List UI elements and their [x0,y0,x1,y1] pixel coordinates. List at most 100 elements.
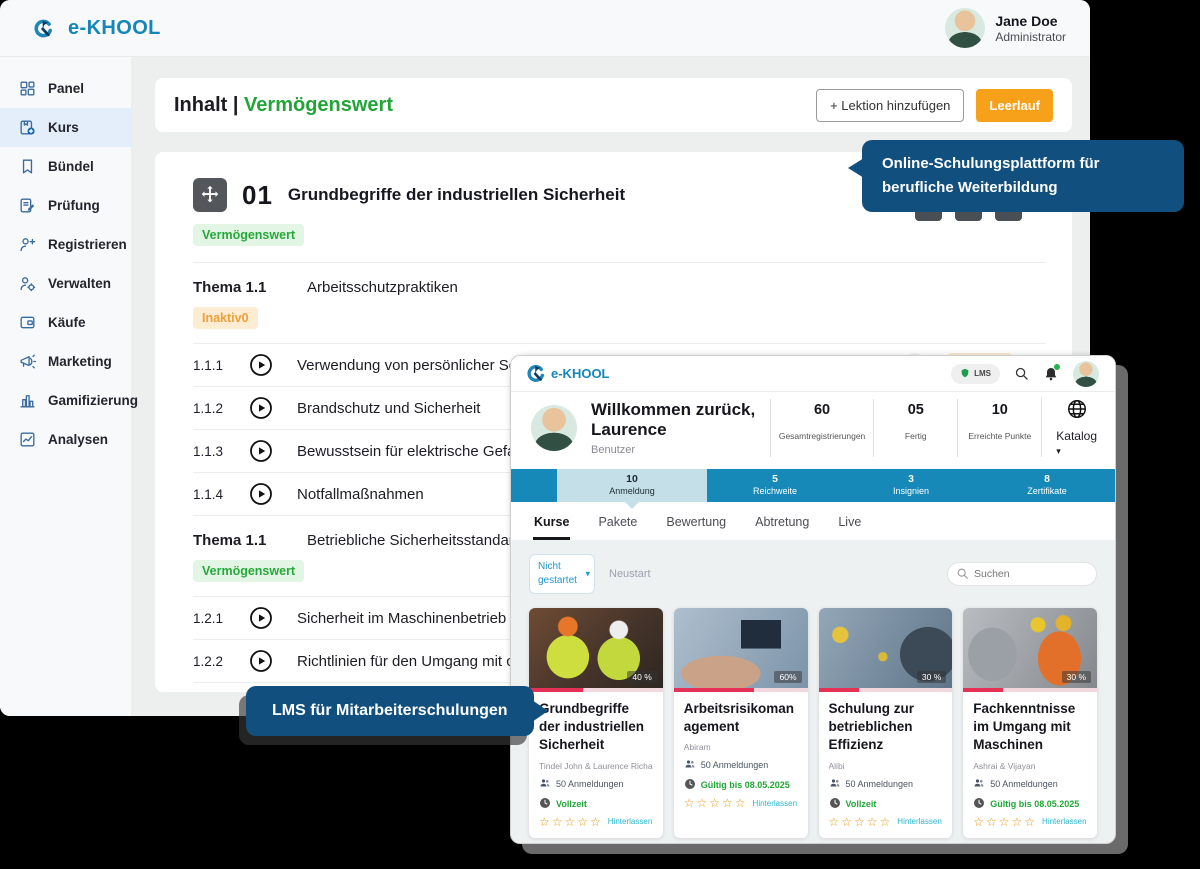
stat-value: 05 [907,401,924,418]
chevron-down-icon: ▾ [585,568,590,579]
review-link[interactable]: Hinterlassen Sie Bewertung [608,817,653,826]
tab-abtretung[interactable]: Abtretung [754,515,810,540]
review-link[interactable]: Hinterlassen Sie Bewertung [1042,817,1087,826]
course-image: 60% [673,608,808,692]
lesson-number: 1.1.2 [193,400,224,416]
validity-text: Vollzeit [845,798,877,809]
learner-avatar-small[interactable] [1073,360,1099,387]
lesson-title: Sicherheit im Maschinenbetrieb [297,609,507,627]
app-header: e-KHOOL Jane Doe Administrator [0,0,1090,57]
topic-title: Arbeitsschutzpraktiken [307,279,458,296]
sidebar-item-kaeufe[interactable]: Käufe [0,303,131,342]
progress-tab-reichweite[interactable]: 5 Reichweite [707,469,843,502]
course-badge: Vermögenswert [193,224,305,246]
welcome-subtitle: Benutzer [591,443,636,456]
ekhool-logo-icon [26,11,60,45]
catalog-dropdown[interactable]: Katalog ▾ [1041,398,1099,457]
course-card[interactable]: 30 % Fachkenntnisse im Umgang mit Maschi… [963,608,1097,838]
notification-bell-icon[interactable] [1043,363,1060,382]
course-card-author: Alibi [828,760,845,771]
clock-icon [684,778,696,792]
sidebar: Panel Kurs Bündel Prüfung Registrieren V… [0,57,138,716]
content-header-bar: Inhalt | Vermögenswert + Lektion hinzufü… [155,78,1072,132]
play-icon[interactable] [249,606,273,630]
tab-pakete[interactable]: Pakete [597,515,638,540]
rating-stars[interactable]: ☆☆☆☆☆ [539,815,603,829]
course-card[interactable]: 40 % Grundbegriffe der industriellen Sic… [529,608,663,838]
review-link[interactable]: Hinterlassen Sie Bewertung [753,799,798,808]
learner-brand-logo[interactable]: e-KHOOL [527,365,610,383]
lesson-title: Notfallmaßnahmen [297,485,424,503]
course-card[interactable]: 30 % Schulung zur betrieblichen Effizien… [818,608,953,838]
topic-badge: Inaktiv0 [193,307,258,329]
sidebar-item-marketing[interactable]: Marketing [0,342,131,381]
chevron-down-icon: ▾ [1056,446,1061,456]
lesson-number: 1.1.4 [193,486,224,502]
lesson-title: Bewusstsein für elektrische Gefahre [297,442,538,460]
learner-window: e-KHOOL LMS Willkommen zurück, Laurence … [510,355,1116,844]
course-card-author: Ashrai & Vijayan [973,760,1036,771]
play-icon[interactable] [249,482,273,506]
lesson-number: 1.2.1 [193,610,224,626]
progress-tab-bar: 10 Anmeldung 5 Reichweite 3 Insignien 8 … [511,469,1115,509]
status-filter-dropdown[interactable]: Nicht gestartet ▾ [529,554,595,594]
course-title: Grundbegriffe der industriellen Sicherhe… [287,185,626,204]
drag-move-icon[interactable] [193,178,227,212]
rating-stars[interactable]: ☆☆☆☆☆ [684,796,748,810]
lesson-number: 1.1.3 [193,443,224,459]
play-icon[interactable] [249,439,273,463]
search-icon[interactable] [1014,366,1029,381]
progress-bar [673,688,808,692]
sidebar-item-analysen[interactable]: Analysen [0,420,131,459]
progress-tab-zertifikate[interactable]: 8 Zertifikate [979,469,1115,502]
lms-pill[interactable]: LMS [951,363,1000,384]
sidebar-item-kurs[interactable]: Kurs [0,108,131,147]
sidebar-item-pruefung[interactable]: Prüfung [0,186,131,225]
tab-bewertung[interactable]: Bewertung [665,515,727,540]
stat-label: Erreichte Punkte [968,430,1032,441]
brand-logo[interactable]: e-KHOOL [26,11,161,45]
progress-tab-insignien[interactable]: 3 Insignien [843,469,979,502]
sidebar-item-panel[interactable]: Panel [0,69,131,108]
course-number: 01 [242,179,273,210]
lesson-title: Richtlinien für den Umgang mit che [297,652,531,670]
add-lesson-button[interactable]: + Lektion hinzufügen [816,88,965,122]
learner-content: Nicht gestartet ▾ Neustart 40 % Grundbeg… [511,540,1115,843]
stat-block: 10 Erreichte Punkte [957,398,1041,457]
rating-stars[interactable]: ☆☆☆☆☆ [973,815,1037,829]
sidebar-item-buendel[interactable]: Bündel [0,147,131,186]
progress-percent-badge: 30 % [1061,671,1091,683]
page-title: Inhalt | Vermögenswert [174,93,393,116]
stat-label: Gesamtregistrierungen [778,430,866,441]
enrollment-count: 50 Anmeldungen [845,778,914,789]
progress-percent-badge: 30 % [916,671,947,683]
course-card-title: Grundbegriffe der industriellen Sicherhe… [539,701,645,753]
rating-stars[interactable]: ☆☆☆☆☆ [829,815,893,829]
clock-icon [539,797,551,811]
clock-icon [973,797,985,811]
shield-icon [960,368,970,380]
sidebar-item-registrieren[interactable]: Registrieren [0,225,131,264]
play-icon[interactable] [249,396,273,420]
sidebar-item-verwalten[interactable]: Verwalten [0,264,131,303]
play-icon[interactable] [249,649,273,673]
play-icon[interactable] [249,353,273,377]
course-card-author: Tindel John & Laurence Richard [539,760,653,771]
tab-live[interactable]: Live [837,515,862,540]
search-box [947,562,1097,586]
course-card[interactable]: 60% Arbeitsrisikomanagement Abiram 50 An… [673,608,808,838]
search-input[interactable] [947,562,1097,586]
sidebar-item-gamifizierung[interactable]: Gamifizierung [0,381,138,420]
tab-kurse[interactable]: Kurse [533,515,571,540]
progress-bar [818,688,953,692]
stat-value: 10 [991,401,1008,418]
progress-bar [963,688,1097,692]
idle-button[interactable]: Leerlauf [976,88,1053,122]
validity-text: Vollzeit [556,798,587,809]
lesson-number: 1.1.1 [193,357,224,373]
review-link[interactable]: Hinterlassen Sie Bewertung [897,817,942,826]
brand-name: e-KHOOL [68,16,161,39]
user-menu[interactable]: Jane Doe Administrator [945,8,1074,48]
stat-label: Fertig [904,430,927,441]
progress-tab-anmeldung[interactable]: 10 Anmeldung [557,469,707,509]
